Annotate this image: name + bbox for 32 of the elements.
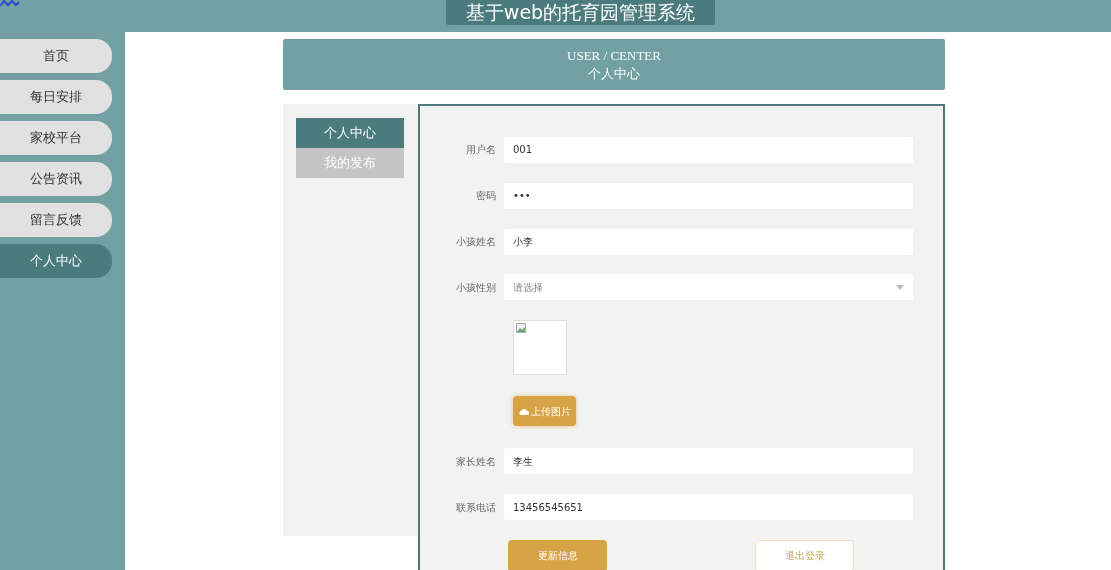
section-subtitle: USER / CENTER	[567, 46, 661, 65]
select-placeholder: 请选择	[513, 280, 543, 295]
field-label: 联系电话	[455, 500, 497, 515]
field-label: 用户名	[465, 143, 497, 158]
input-field[interactable]: 001	[504, 136, 913, 163]
section-title: 个人中心	[588, 64, 640, 83]
input-field[interactable]: 13456545651	[504, 494, 913, 521]
field-label: 密码	[475, 189, 497, 204]
field-value: 13456545651	[513, 500, 583, 515]
cloud-upload-icon	[518, 407, 529, 415]
field-label: 小孩姓名	[455, 235, 497, 250]
select-field[interactable]: 请选择	[504, 274, 913, 301]
field-value: •••	[513, 189, 531, 204]
input-field[interactable]: •••	[504, 182, 913, 209]
side-tab[interactable]: 个人中心	[296, 118, 404, 148]
nav-item[interactable]: 公告资讯	[0, 162, 112, 196]
nav-item[interactable]: 家校平台	[0, 121, 112, 155]
nav-item[interactable]: 个人中心	[0, 244, 112, 278]
field-label: 家长姓名	[455, 454, 497, 469]
field-value: 001	[513, 143, 533, 158]
broken-image-icon	[516, 323, 526, 334]
nav-item[interactable]: 留言反馈	[0, 203, 112, 237]
logo-icon	[0, 0, 20, 7]
nav-item[interactable]: 首页	[0, 39, 112, 73]
input-field[interactable]: 李生	[504, 448, 913, 475]
dropdown-caret-icon	[896, 284, 904, 290]
site-title: 基于web的托育园管理系统	[445, 0, 716, 25]
field-value: 小李	[513, 235, 533, 250]
field-value: 李生	[513, 454, 533, 469]
field-label: 小孩性别	[455, 280, 497, 295]
input-field[interactable]: 小李	[504, 228, 913, 255]
nav-item[interactable]: 每日安排	[0, 80, 112, 114]
